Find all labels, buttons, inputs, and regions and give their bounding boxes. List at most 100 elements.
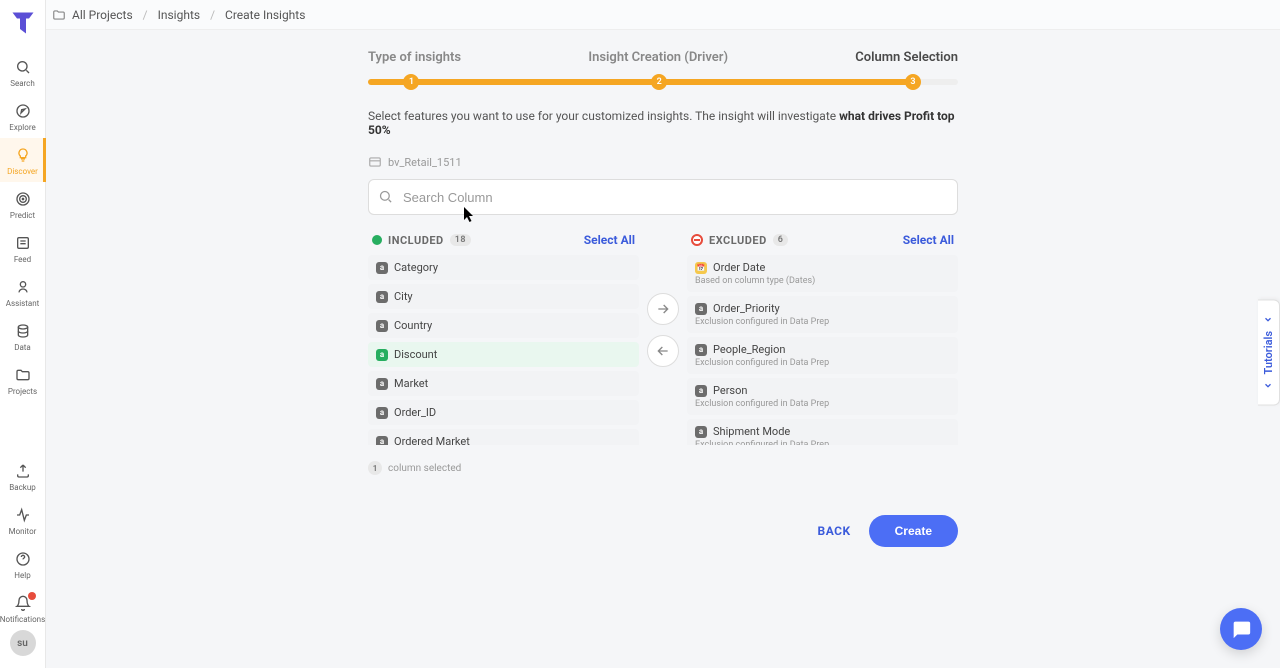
type-badge: a [376,349,388,361]
included-item[interactable]: a Order_ID [368,400,639,425]
column-name: Shipment Mode [713,425,790,438]
step-dot-3[interactable]: 3 [905,74,921,90]
excluded-item[interactable]: aPersonExclusion configured in Data Prep [687,378,958,415]
excluded-list: EXCLUDED 6 Select All 📅 Order Date Based o… [687,233,958,445]
nav-label: Predict [10,211,35,220]
type-badge: 📅 [695,262,707,274]
nav-predict[interactable]: Predict [0,182,46,226]
type-badge: a [376,262,388,274]
nav-label: Discover [7,167,38,176]
excluded-select-all[interactable]: Select All [903,233,954,247]
notification-dot [28,592,36,600]
type-badge: a [376,436,388,446]
selected-count: 1 [368,461,382,475]
included-list: INCLUDED 18 Select All aCategoryaCityaCo… [368,233,639,445]
nav-label: Help [14,571,30,580]
step-dot-2[interactable]: 2 [651,74,667,90]
type-badge: a [376,291,388,303]
tutorials-tab[interactable]: Tutorials [1258,300,1280,406]
database-icon [14,322,32,340]
nav-label: Explore [9,123,35,132]
breadcrumb-create-insights[interactable]: Create Insights [225,8,305,22]
nav-search[interactable]: Search [0,50,46,94]
excluded-title: EXCLUDED [709,234,767,247]
nav-notifications[interactable]: Notifications [0,586,46,630]
included-count: 18 [450,234,471,246]
included-item[interactable]: a Category [368,255,639,280]
nav-assistant[interactable]: Assistant [0,270,46,314]
included-item[interactable]: aCity [368,284,639,309]
assistant-icon [14,278,32,296]
breadcrumb-insights[interactable]: Insights [158,8,200,22]
nav-label: Projects [8,387,37,396]
search-column [368,179,958,215]
step-label-3: Column Selection [855,50,958,65]
user-avatar[interactable]: su [10,630,36,656]
excluded-item[interactable]: aOrder_PriorityExclusion configured in D… [687,296,958,333]
nav-discover[interactable]: Discover [0,138,46,182]
chat-launcher[interactable] [1220,608,1262,650]
included-item[interactable]: aCountry [368,313,639,338]
included-item[interactable]: aOrdered Market [368,429,639,445]
app-logo[interactable] [8,8,38,38]
breadcrumb-all-projects[interactable]: All Projects [72,8,133,22]
selection-summary: 1 column selected [368,461,958,475]
included-select-all[interactable]: Select All [584,233,635,247]
backup-icon [14,462,32,480]
type-badge: a [695,385,707,397]
exclusion-reason: Exclusion configured in Data Prep [695,440,950,445]
intro-text: Select features you want to use for your… [368,109,958,137]
excluded-status-icon [691,234,703,246]
nav-label: Feed [14,255,31,264]
column-name: Market [394,377,428,390]
dataset-icon [368,155,382,169]
column-name: People_Region [713,343,785,356]
nav-explore[interactable]: Explore [0,94,46,138]
excluded-item[interactable]: aShipment ModeExclusion configured in Da… [687,419,958,445]
move-right-button[interactable] [647,293,679,325]
nav-projects[interactable]: Projects [0,358,46,402]
column-name: Order Date [713,261,765,274]
search-icon [378,189,393,204]
type-badge: a [695,344,707,356]
excluded-item[interactable]: a People_Region Exclusion configured in Da… [687,337,958,374]
nav-label: Backup [9,483,35,492]
move-buttons [647,293,679,367]
main-content: Type of insights Insight Creation (Drive… [46,0,1280,668]
nav-feed[interactable]: Feed [0,226,46,270]
nav-label: Monitor [9,527,37,536]
column-name: Country [394,319,432,332]
exclusion-reason: Based on column type (Dates) [695,276,950,286]
included-item[interactable]: a Discount [368,342,639,367]
nav-help[interactable]: Help [0,542,46,586]
column-name: Order_Priority [713,302,780,315]
included-title: INCLUDED [388,234,444,247]
exclusion-reason: Exclusion configured in Data Prep [695,358,950,368]
nav-label: Assistant [6,299,40,308]
nav-data[interactable]: Data [0,314,46,358]
column-search-input[interactable] [368,179,958,215]
column-name: Category [394,261,438,274]
feed-icon [14,234,32,252]
nav-monitor[interactable]: Monitor [0,498,46,542]
excluded-count: 6 [773,234,789,246]
stepper-labels: Type of insights Insight Creation (Drive… [368,50,958,65]
create-button[interactable]: Create [869,515,958,547]
column-name: Order_ID [394,406,436,419]
excluded-item[interactable]: 📅 Order Date Based on column type (Dates) [687,255,958,292]
included-item[interactable]: a Market [368,371,639,396]
step-dot-1[interactable]: 1 [403,74,419,90]
nav-label: Notifications [0,615,45,624]
column-name: Discount [394,348,437,361]
column-name: Person [713,384,747,397]
move-left-button[interactable] [647,335,679,367]
back-button[interactable]: BACK [818,524,851,538]
sidebar: Search Explore Discover Predict Feed Ass… [0,0,46,668]
target-icon [14,190,32,208]
exclusion-reason: Exclusion configured in Data Prep [695,317,950,327]
type-badge: a [376,407,388,419]
step-label-1: Type of insights [368,50,461,65]
nav-backup[interactable]: Backup [0,454,46,498]
selected-label: column selected [388,463,461,474]
type-badge: a [376,378,388,390]
